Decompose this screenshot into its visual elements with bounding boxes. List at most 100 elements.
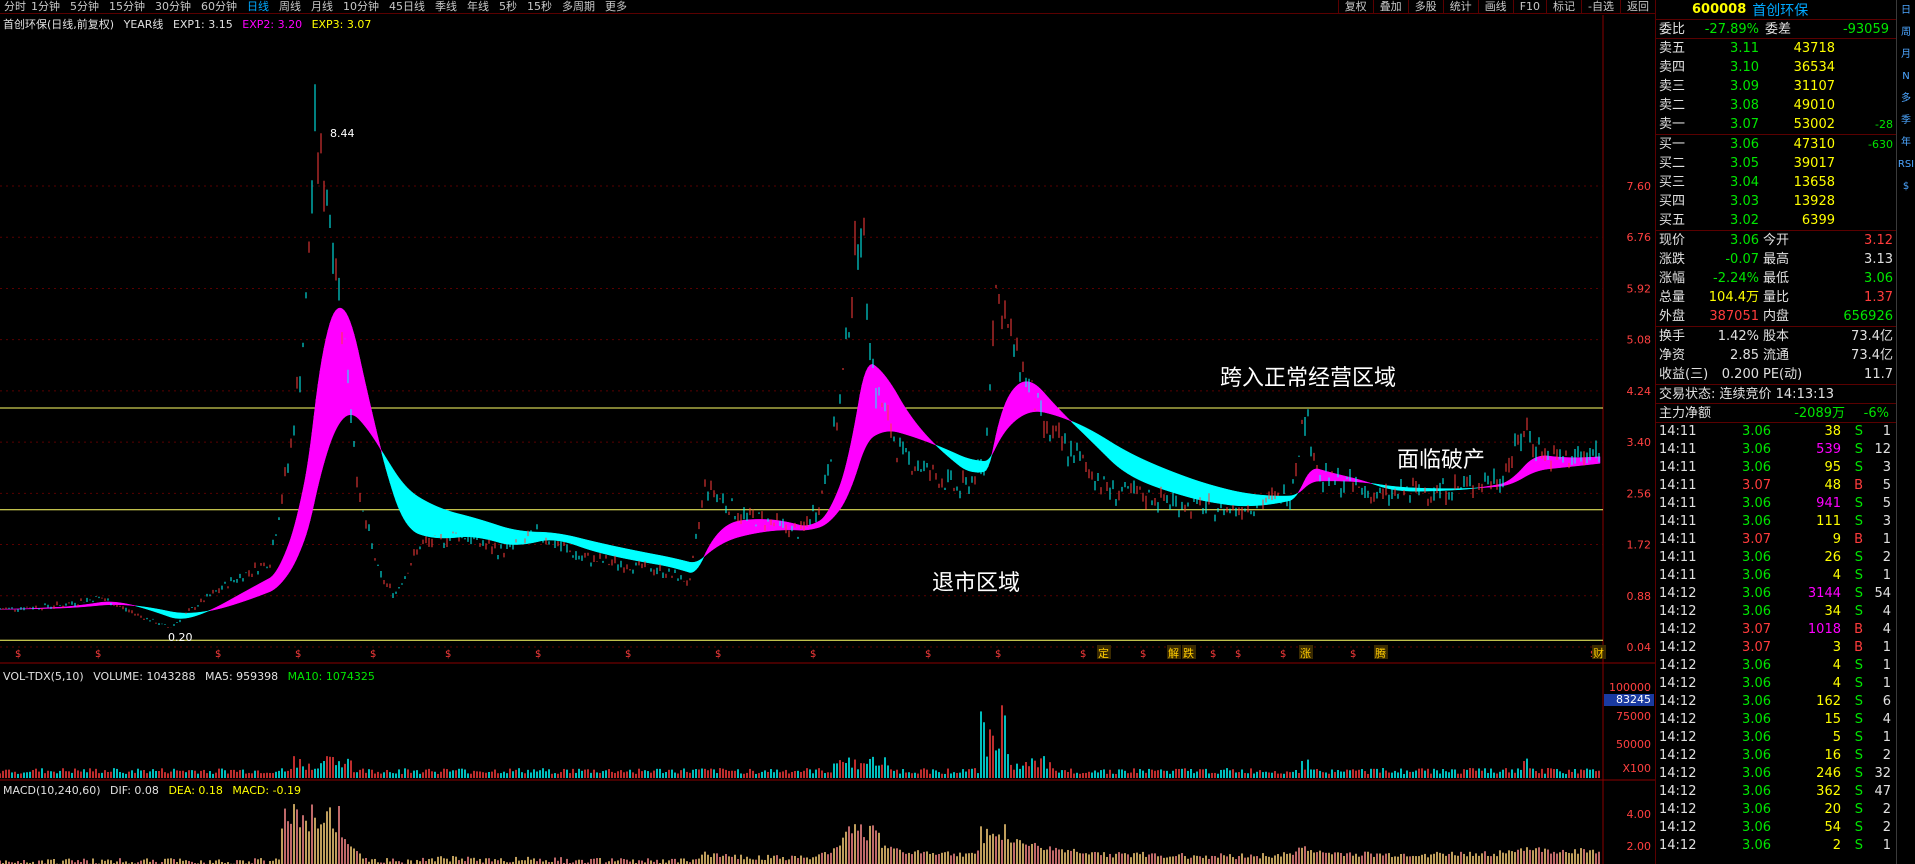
stock-name[interactable]: 首创环保 xyxy=(1752,0,1808,20)
tool-button[interactable]: -自选 xyxy=(1581,0,1620,13)
event-marker[interactable]: $ xyxy=(625,649,631,660)
ema-band-segment xyxy=(1141,458,1145,483)
ema-band-segment xyxy=(879,369,883,434)
bids-label: 买一 xyxy=(1659,137,1686,152)
asks-row[interactable]: 卖一 3.07 53002 -28 xyxy=(1656,115,1896,134)
side-tool-button[interactable]: 多 xyxy=(1901,88,1911,110)
period-tab[interactable]: 15分钟 xyxy=(104,0,150,13)
side-tool-button[interactable]: $ xyxy=(1903,176,1909,198)
bids-row[interactable]: 买一 3.06 47310 -630 xyxy=(1656,135,1896,154)
period-tab[interactable]: 日线 xyxy=(242,0,274,13)
ema-band-segment xyxy=(1031,382,1035,413)
ema-band-segment xyxy=(823,513,827,526)
tool-button[interactable]: 统计 xyxy=(1442,0,1478,13)
ema-band-segment xyxy=(1483,486,1487,488)
event-marker[interactable]: $ xyxy=(1350,649,1356,660)
tool-button[interactable]: F10 xyxy=(1512,0,1546,13)
vol-indicator-name[interactable]: VOL-TDX(5,10) xyxy=(3,670,84,683)
event-marker[interactable]: $ xyxy=(445,649,451,660)
event-marker[interactable]: $ xyxy=(535,649,541,660)
period-tab[interactable]: 45日线 xyxy=(384,0,430,13)
tool-button[interactable]: 叠加 xyxy=(1372,0,1408,13)
toolbar-info[interactable]: 分时 xyxy=(4,0,26,13)
period-tab[interactable]: 10分钟 xyxy=(338,0,384,13)
ema-band-segment xyxy=(1459,488,1463,490)
tool-button[interactable]: 标记 xyxy=(1546,0,1581,13)
indicator-name[interactable]: YEAR线 xyxy=(124,18,164,31)
event-tag[interactable]: 涨 xyxy=(1300,647,1311,660)
event-marker[interactable]: $ xyxy=(1280,649,1286,660)
asks-row[interactable]: 卖五 3.11 43718 xyxy=(1656,39,1896,58)
tool-button[interactable]: 返回 xyxy=(1620,0,1655,13)
period-tab[interactable]: 年线 xyxy=(462,0,494,13)
asks-row[interactable]: 卖三 3.09 31107 xyxy=(1656,77,1896,96)
period-tab[interactable]: 60分钟 xyxy=(196,0,242,13)
ema-band-segment xyxy=(345,312,349,417)
event-marker[interactable]: $ xyxy=(15,649,21,660)
tick-list[interactable]: 14:11 3.06 38 S 1 14:11 3.06 539 S 12 14:11 3.06 95 S… xyxy=(1656,423,1896,855)
tool-button[interactable]: 复权 xyxy=(1337,0,1373,13)
ema-band-segment xyxy=(241,591,245,603)
side-tool-button[interactable]: 季 xyxy=(1901,110,1911,132)
event-marker[interactable]: $ xyxy=(1235,649,1241,660)
event-marker[interactable]: $ xyxy=(810,649,816,660)
period-tab[interactable]: 更多 xyxy=(600,0,632,13)
event-tag[interactable]: 定 xyxy=(1098,646,1109,660)
tool-button[interactable]: 多股 xyxy=(1407,0,1443,13)
event-tag[interactable]: 财 xyxy=(1593,646,1604,660)
ema-band-segment xyxy=(229,598,233,607)
side-tool-button[interactable]: 月 xyxy=(1901,44,1911,66)
period-tab[interactable]: 15秒 xyxy=(522,0,557,13)
asks-row[interactable]: 卖四 3.10 36534 xyxy=(1656,58,1896,77)
event-tag[interactable]: 跌 xyxy=(1183,646,1194,660)
bids-row[interactable]: 买五 3.02 6399 xyxy=(1656,211,1896,230)
side-tool-button[interactable]: 日 xyxy=(1901,0,1911,22)
bids-row[interactable]: 买二 3.05 39017 xyxy=(1656,154,1896,173)
period-tab[interactable]: 季线 xyxy=(430,0,462,13)
ema-band-segment xyxy=(1189,477,1193,499)
tool-button[interactable]: 画线 xyxy=(1477,0,1513,13)
tick-row: 14:12 3.07 1018 B 4 xyxy=(1656,621,1896,639)
side-tool-button[interactable]: 周 xyxy=(1901,22,1911,44)
event-marker[interactable]: $ xyxy=(95,649,101,660)
event-tag[interactable]: 腾 xyxy=(1375,646,1386,660)
event-marker[interactable]: $ xyxy=(295,649,301,660)
ema-band-segment xyxy=(891,384,895,432)
event-marker[interactable]: $ xyxy=(995,649,1001,660)
side-tool-button[interactable]: N xyxy=(1902,66,1909,88)
event-marker[interactable]: $ xyxy=(215,649,221,660)
ema-band-segment xyxy=(1457,488,1461,491)
ema-band-segment xyxy=(945,448,949,457)
period-tab[interactable]: 5分钟 xyxy=(65,0,104,13)
ema-band-segment xyxy=(1125,450,1129,475)
event-marker[interactable]: $ xyxy=(370,649,376,660)
period-tab[interactable]: 30分钟 xyxy=(150,0,196,13)
period-tab[interactable]: 5秒 xyxy=(494,0,522,13)
side-tool-button[interactable]: 年 xyxy=(1901,132,1911,154)
event-tag[interactable]: 解 xyxy=(1168,646,1179,660)
bids-row[interactable]: 买四 3.03 13928 xyxy=(1656,192,1896,211)
chart-canvas[interactable]: 7.60 6.76 5.92 5.08 4.24 3.40 2.56 1.72 0.88 0.04… xyxy=(0,15,1655,864)
period-tab[interactable]: 多周期 xyxy=(557,0,600,13)
main-flow-row[interactable]: 主力净额 -2089万 -6% xyxy=(1656,404,1896,423)
ema-band-segment xyxy=(1149,462,1153,486)
event-marker[interactable]: $ xyxy=(715,649,721,660)
asks-row[interactable]: 卖二 3.08 49010 xyxy=(1656,96,1896,115)
event-marker[interactable]: $ xyxy=(1080,649,1086,660)
tick-time: 14:11 xyxy=(1659,460,1697,475)
event-marker[interactable]: $ xyxy=(925,649,931,660)
period-tab[interactable]: 1分钟 xyxy=(26,0,65,13)
event-marker[interactable]: $ xyxy=(1140,649,1146,660)
period-tab[interactable]: 周线 xyxy=(274,0,306,13)
bids-row[interactable]: 买三 3.04 13658 xyxy=(1656,173,1896,192)
ema-band-segment xyxy=(483,520,487,540)
side-tool-button[interactable]: RSI xyxy=(1898,154,1914,176)
event-marker[interactable]: $ xyxy=(1210,649,1216,660)
kline-chart[interactable]: 7.60 6.76 5.92 5.08 4.24 3.40 2.56 1.72 0.88 0.04… xyxy=(0,15,1655,864)
tick-time: 14:12 xyxy=(1659,640,1697,655)
tick-count: 5 xyxy=(1882,478,1891,493)
ema-band-segment xyxy=(129,604,133,606)
period-tab[interactable]: 月线 xyxy=(306,0,338,13)
macd-indicator-name[interactable]: MACD(10,240,60) xyxy=(3,784,101,797)
tick-price: 3.06 xyxy=(1742,568,1771,583)
